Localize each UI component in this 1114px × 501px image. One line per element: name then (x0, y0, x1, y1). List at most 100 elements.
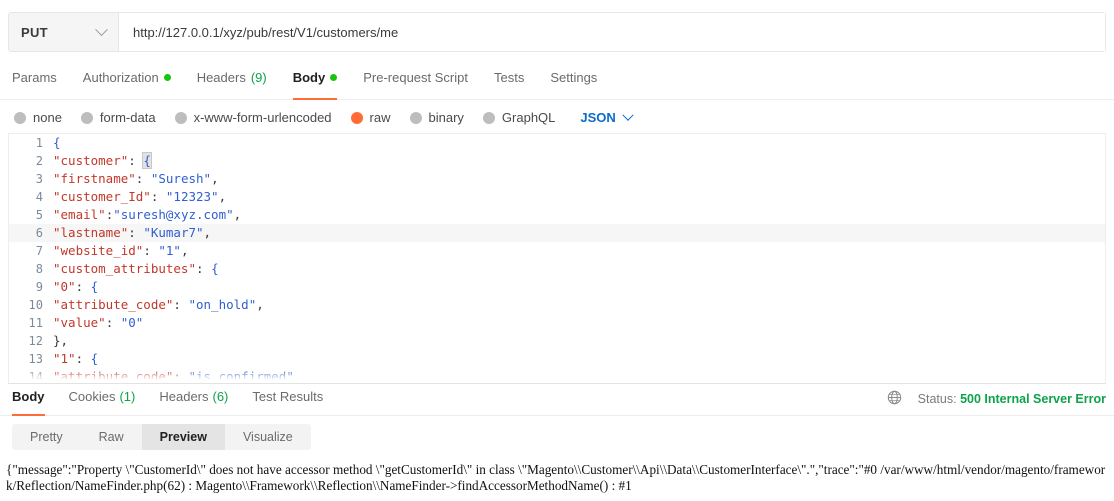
body-type-row: none form-data x-www-form-urlencoded raw bin… (0, 100, 1114, 133)
request-tab-pre-request-script[interactable]: Pre-request Script (363, 64, 468, 99)
code-token: "0" (120, 315, 144, 330)
code-token: "lastname" (53, 225, 129, 240)
status-dot-icon (163, 74, 171, 81)
code-token: { (90, 351, 99, 366)
response-tab-label: Headers (159, 388, 209, 404)
line-number: 1 (35, 136, 43, 150)
code-token: "suresh@xyz.com" (113, 207, 234, 222)
code-text: "customer_Id": "12323", (53, 188, 226, 206)
code-line[interactable]: 4 "customer_Id": "12323", (9, 188, 1105, 206)
body-type-graphql[interactable]: GraphQL (482, 110, 555, 125)
request-tab-settings[interactable]: Settings (550, 64, 597, 99)
line-number: 14 (28, 370, 43, 383)
code-token: "is_confirmed" (188, 369, 294, 383)
body-type-x-www-form-urlencoded[interactable]: x-www-form-urlencoded (174, 110, 332, 125)
line-number: 12 (28, 334, 43, 348)
request-url-bar: PUT http://127.0.0.1/xyz/pub/rest/V1/cus… (8, 12, 1106, 52)
code-line[interactable]: 10 "attribute_code": "on_hold", (9, 296, 1105, 314)
code-token: : (150, 189, 166, 204)
radio-icon[interactable] (409, 111, 422, 124)
http-method-select[interactable]: PUT (9, 13, 119, 51)
code-token: "12323" (165, 189, 219, 204)
code-text: "0": { (53, 278, 98, 296)
code-token: { (211, 261, 219, 276)
code-line[interactable]: 11 "value": "0" (9, 314, 1105, 332)
request-tab-tests[interactable]: Tests (494, 64, 524, 99)
request-tab-params[interactable]: Params (12, 64, 57, 99)
raw-format-label: JSON (580, 110, 616, 125)
line-number: 10 (28, 298, 43, 312)
code-token: "Suresh" (150, 171, 212, 186)
code-line[interactable]: 1{ (9, 134, 1105, 152)
response-tab-test-results[interactable]: Test Results (252, 384, 323, 415)
status-badge: 500 Internal Server Error (960, 392, 1106, 406)
code-line[interactable]: 12}, (9, 332, 1105, 350)
code-token: , (211, 171, 219, 186)
code-line[interactable]: 2 "customer": { (9, 152, 1105, 170)
code-line[interactable]: 14 "attribute_code": "is_confirmed", (9, 368, 1105, 383)
radio-icon[interactable] (174, 111, 187, 124)
radio-icon[interactable] (482, 111, 495, 124)
code-token: , (203, 225, 212, 240)
view-tab-pretty[interactable]: Pretty (12, 424, 81, 450)
view-tab-preview[interactable]: Preview (141, 424, 225, 450)
request-tab-label: Pre-request Script (363, 70, 468, 85)
radio-icon[interactable] (80, 111, 93, 124)
code-text: "1": { (53, 350, 98, 368)
code-token: "1" (53, 351, 76, 366)
code-text: "website_id": "1", (53, 242, 188, 260)
request-tab-authorization[interactable]: Authorization (83, 64, 171, 99)
code-token: "firstname" (53, 171, 136, 186)
request-tab-bar: Params Authorization Headers (9) Body Pre-req… (0, 64, 1114, 100)
code-line[interactable]: 6 "lastname": "Kumar7", (9, 224, 1105, 242)
request-tab-headers[interactable]: Headers (9) (197, 64, 267, 99)
line-number: 4 (35, 190, 43, 204)
response-tab-headers[interactable]: Headers (6) (159, 384, 228, 415)
raw-format-select[interactable]: JSON (580, 109, 634, 125)
line-number: 5 (35, 208, 43, 222)
code-token: "customer" (53, 153, 129, 168)
request-url-input[interactable]: http://127.0.0.1/xyz/pub/rest/V1/custome… (119, 13, 1105, 51)
request-body-editor[interactable]: 1{2 "customer": {3 "firstname": "Suresh", 4… (8, 133, 1106, 383)
response-tab-bar: Body Cookies (1) Headers (6) Test Results (12, 384, 323, 416)
body-type-label: none (33, 110, 62, 125)
response-tab-count: (6) (212, 388, 229, 404)
body-type-none[interactable]: none (14, 110, 62, 125)
request-tab-label: Settings (550, 70, 598, 85)
request-tab-body[interactable]: Body (292, 64, 338, 100)
code-token: : (75, 279, 91, 294)
code-token: : (196, 261, 212, 276)
code-token: { (90, 279, 99, 294)
chevron-down-icon (622, 109, 634, 121)
line-number: 2 (35, 154, 43, 168)
body-type-binary[interactable]: binary (409, 110, 464, 125)
radio-icon[interactable] (14, 111, 26, 124)
body-type-form-data[interactable]: form-data (80, 110, 156, 125)
view-tab-visualize[interactable]: Visualize (225, 424, 311, 450)
code-line[interactable]: 5 "email":"suresh@xyz.com", (9, 206, 1105, 224)
code-line[interactable]: 9 "0": { (9, 278, 1105, 296)
code-token: : (75, 351, 91, 366)
code-token: }, (53, 333, 69, 348)
response-tab-cookies[interactable]: Cookies (1) (69, 384, 136, 415)
code-token: { (53, 135, 61, 150)
body-type-raw[interactable]: raw (350, 110, 391, 125)
body-type-label: raw (369, 110, 391, 125)
line-number: 9 (35, 280, 43, 294)
response-body-content: {"message":"Property \"CustomerId\" does… (6, 462, 1106, 493)
radio-icon[interactable] (350, 111, 363, 124)
view-tab-raw[interactable]: Raw (81, 424, 142, 450)
code-token: , (233, 207, 242, 222)
code-line[interactable]: 13 "1": { (9, 350, 1105, 368)
code-line[interactable]: 3 "firstname": "Suresh", (9, 170, 1105, 188)
line-number: 3 (35, 172, 43, 186)
line-number: 11 (28, 316, 43, 330)
code-line[interactable]: 8 "custom_attributes": { (9, 260, 1105, 278)
code-text: "lastname": "Kumar7", (53, 224, 211, 242)
code-line[interactable]: 7 "website_id": "1", (9, 242, 1105, 260)
line-number: 7 (35, 244, 43, 258)
http-method-label: PUT (21, 24, 48, 40)
response-tab-body[interactable]: Body (12, 384, 45, 416)
response-tab-count: (1) (119, 388, 136, 404)
globe-icon (887, 390, 902, 408)
